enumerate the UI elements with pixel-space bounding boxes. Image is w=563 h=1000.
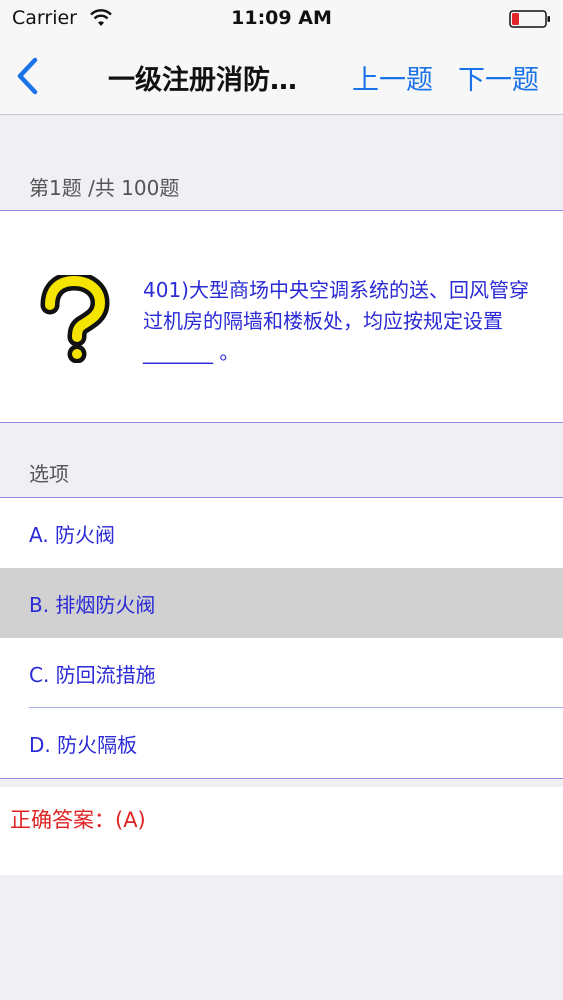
answer-box: 正确答案：(A) <box>0 787 563 875</box>
option-text: A. 防火阀 <box>29 523 116 547</box>
option-c[interactable]: C. 防回流措施 <box>0 638 563 708</box>
options-section-label: 选项 <box>29 462 69 486</box>
status-time: 11:09 AM <box>231 7 332 29</box>
navigation-bar: 一级注册消防… 上一题 下一题 <box>0 38 563 115</box>
question-card: 401)大型商场中央空调系统的送、回风管穿过机房的隔墙和楼板处，均应按规定设置_… <box>0 210 563 423</box>
status-bar: Carrier 11:09 AM <box>0 0 563 38</box>
options-list: A. 防火阀 B. 排烟防火阀 C. 防回流措施 D. 防火隔板 <box>0 497 563 779</box>
option-d[interactable]: D. 防火隔板 <box>0 708 563 778</box>
option-text: C. 防回流措施 <box>29 663 156 687</box>
option-a[interactable]: A. 防火阀 <box>0 498 563 568</box>
question-text: 401)大型商场中央空调系统的送、回风管穿过机房的隔墙和楼板处，均应按规定设置_… <box>143 278 529 364</box>
option-text: D. 防火隔板 <box>29 733 138 757</box>
question-counter: 第1题 /共 100题 <box>29 176 180 200</box>
previous-question-button[interactable]: 上一题 <box>352 58 433 97</box>
next-question-button[interactable]: 下一题 <box>458 58 539 97</box>
question-mark-icon <box>40 275 110 363</box>
battery-low-icon <box>509 10 550 28</box>
option-text: B. 排烟防火阀 <box>29 593 156 617</box>
page-title: 一级注册消防… <box>108 65 297 96</box>
chevron-left-icon[interactable] <box>10 54 46 98</box>
correct-answer-label: 正确答案：(A) <box>10 808 146 832</box>
option-b[interactable]: B. 排烟防火阀 <box>0 568 563 638</box>
